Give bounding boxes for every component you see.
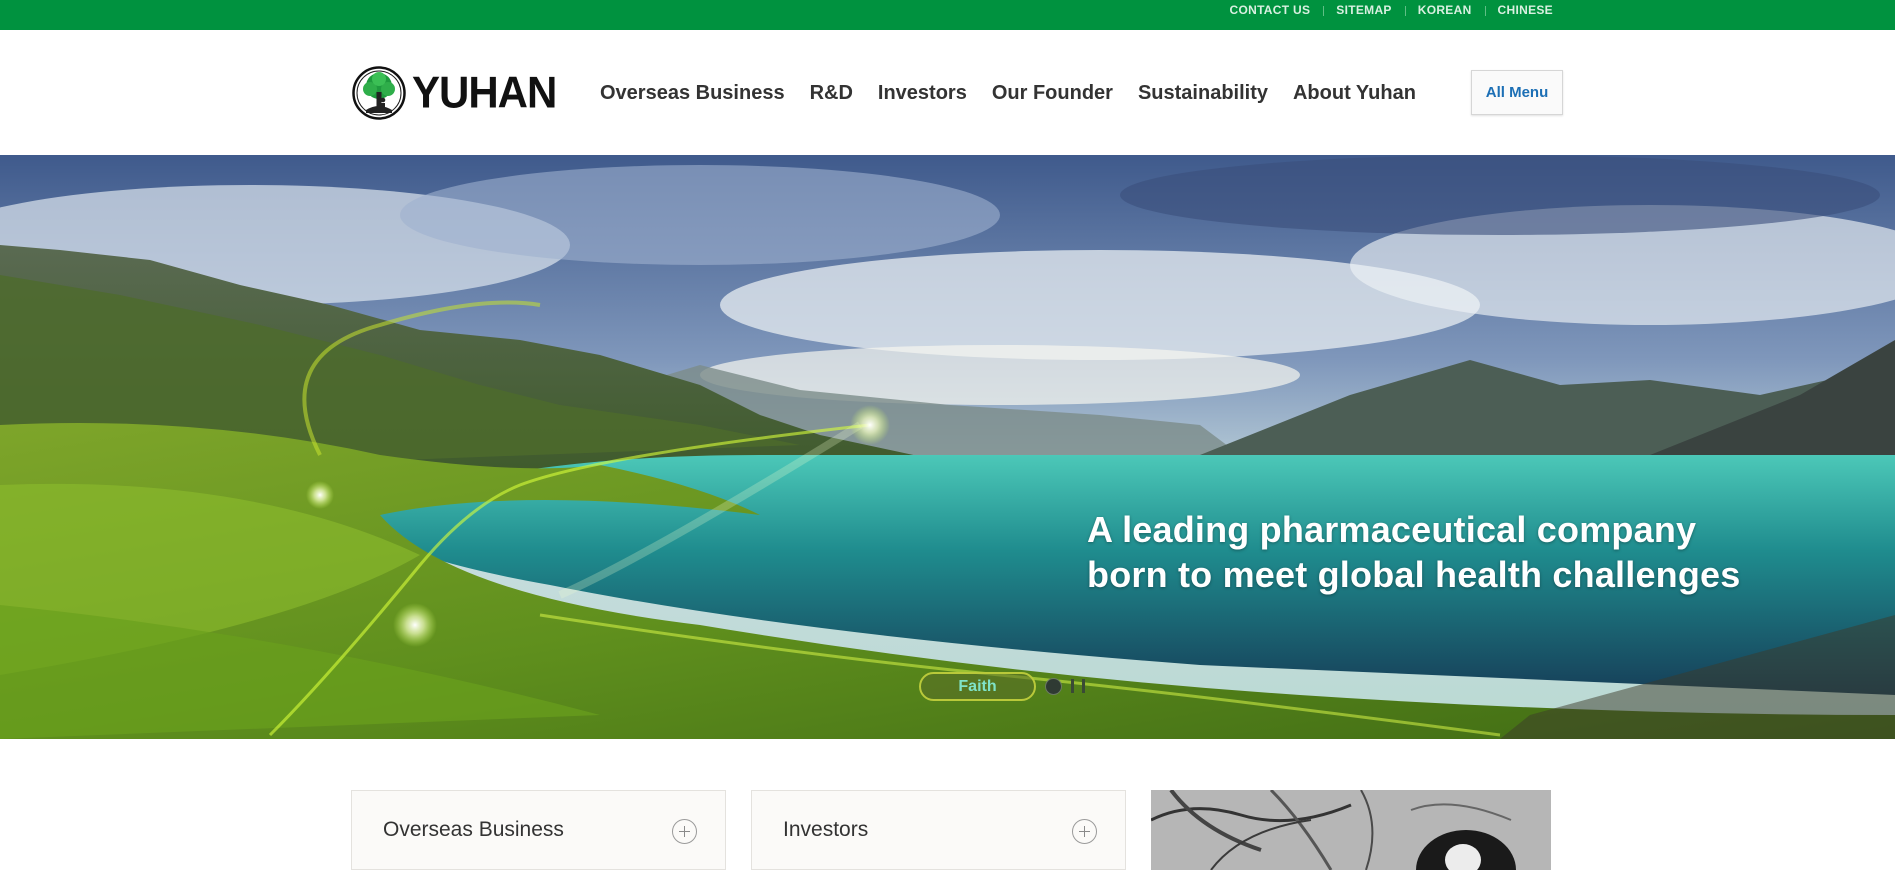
card-overseas-business[interactable]: Overseas Business [351, 790, 726, 870]
plus-circle-icon[interactable] [1072, 819, 1097, 844]
slide-tab-faith[interactable]: Faith [919, 672, 1036, 701]
logo-wordmark: YUHAN [412, 67, 557, 118]
nav-investors[interactable]: Investors [878, 82, 967, 105]
hero-headline-line2: born to meet global health challenges [1087, 554, 1741, 595]
sitemap-link[interactable]: SITEMAP [1323, 3, 1404, 17]
founder-photo[interactable] [1151, 790, 1551, 870]
pause-icon[interactable] [1071, 679, 1085, 695]
card-title: Investors [783, 818, 869, 841]
top-utility-bar: CONTACT US SITEMAP KOREAN CHINESE [0, 0, 1895, 30]
card-investors[interactable]: Investors [751, 790, 1126, 870]
yuhan-logo[interactable]: YUHAN [352, 66, 557, 120]
hero-headline-line1: A leading pharmaceutical company [1087, 509, 1697, 550]
hero-slider: A leading pharmaceutical company born to… [0, 155, 1895, 739]
nav-our-founder[interactable]: Our Founder [992, 82, 1113, 105]
all-menu-button[interactable]: All Menu [1471, 70, 1563, 115]
hero-landscape-image [0, 155, 1895, 739]
nav-overseas-business[interactable]: Overseas Business [600, 82, 785, 105]
chinese-link[interactable]: CHINESE [1484, 3, 1553, 17]
utility-nav: CONTACT US SITEMAP KOREAN CHINESE [1217, 0, 1554, 20]
tree-logo-icon [352, 66, 406, 120]
nav-rnd[interactable]: R&D [810, 82, 853, 105]
plus-circle-icon[interactable] [672, 819, 697, 844]
site-header: YUHAN Overseas Business R&D Investors Ou… [0, 30, 1895, 155]
founder-photo-image [1151, 790, 1551, 870]
hero-headline: A leading pharmaceutical company born to… [1087, 507, 1741, 597]
slide-indicator-dot[interactable] [1045, 678, 1062, 695]
nav-about-yuhan[interactable]: About Yuhan [1293, 82, 1416, 105]
contact-us-link[interactable]: CONTACT US [1217, 3, 1324, 17]
card-title: Overseas Business [383, 818, 564, 841]
nav-sustainability[interactable]: Sustainability [1138, 82, 1268, 105]
korean-link[interactable]: KOREAN [1404, 3, 1485, 17]
main-nav: Overseas Business R&D Investors Our Foun… [600, 82, 1441, 105]
